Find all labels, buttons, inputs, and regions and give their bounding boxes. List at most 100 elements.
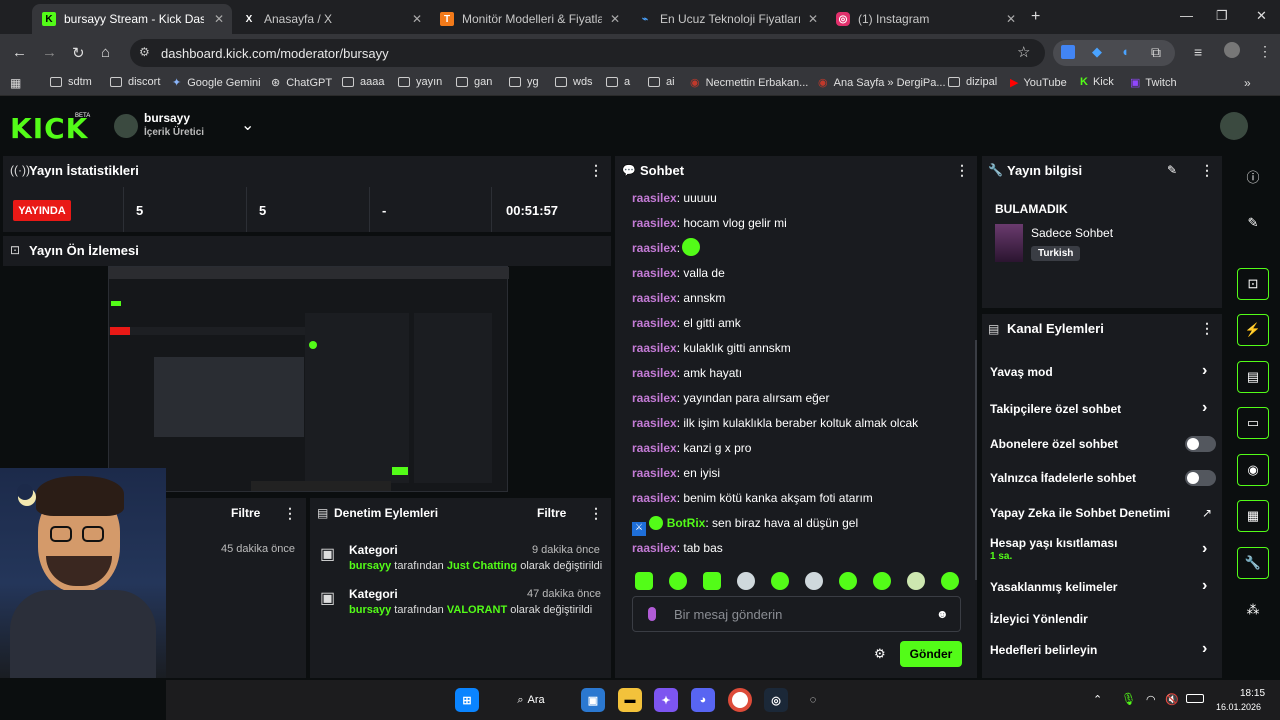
chrome-icon[interactable] xyxy=(728,688,752,712)
edit-icon[interactable]: ✎ xyxy=(1167,163,1177,177)
chat-settings-icon[interactable]: ⚙ xyxy=(874,646,886,662)
info-icon[interactable]: ⓘ xyxy=(1237,160,1269,192)
forward-icon[interactable]: → xyxy=(42,44,57,61)
followers-only-action[interactable]: Takipçilere özel sohbet xyxy=(990,402,1121,416)
bookmark-folder[interactable]: discort xyxy=(110,76,160,88)
left-panel-menu-icon[interactable]: ⋮ xyxy=(283,505,297,522)
user-avatar[interactable] xyxy=(1220,112,1248,140)
clock-date[interactable]: 16.01.2026 xyxy=(1216,702,1261,712)
chevron-right-icon[interactable]: › xyxy=(1202,540,1207,558)
tab-trendyol[interactable]: T Monitör Modelleri & Fiyatları | Uygun … xyxy=(430,4,628,34)
screenshot-icon[interactable]: ⊡ xyxy=(1237,268,1269,300)
emote-icon[interactable] xyxy=(839,572,857,590)
chevron-right-icon[interactable]: › xyxy=(1202,640,1207,658)
emote-icon[interactable] xyxy=(907,572,925,590)
close-tab-icon[interactable]: ✕ xyxy=(412,12,422,26)
bookmark-link[interactable]: K Kick xyxy=(1080,76,1114,88)
chat-menu-icon[interactable]: ⋮ xyxy=(955,162,969,179)
pen-icon[interactable]: ✎ xyxy=(1237,207,1269,239)
preview-video[interactable] xyxy=(108,266,509,492)
emote-icon[interactable] xyxy=(805,572,823,590)
stats-menu-icon[interactable]: ⋮ xyxy=(589,162,603,179)
copilot-icon[interactable]: ✦ xyxy=(654,688,678,712)
close-tab-icon[interactable]: ✕ xyxy=(610,12,620,26)
clock-time[interactable]: 18:15 xyxy=(1240,688,1265,699)
bookmark-folder[interactable]: gan xyxy=(456,76,492,88)
bookmark-folder[interactable]: yayın xyxy=(398,76,442,88)
windows-start-icon[interactable]: ⊞ xyxy=(455,688,479,712)
home-icon[interactable]: ⌂ xyxy=(101,44,110,61)
reload-icon[interactable]: ↻ xyxy=(72,44,85,62)
emote-icon[interactable] xyxy=(771,572,789,590)
account-age-action[interactable]: Hesap yaşı kısıtlaması xyxy=(990,536,1117,550)
steam-icon[interactable]: ◎ xyxy=(764,688,788,712)
extension-icon[interactable]: ◆ xyxy=(1092,44,1102,60)
emote-only-toggle[interactable] xyxy=(1185,470,1216,486)
more-bookmarks-icon[interactable]: » xyxy=(1244,76,1251,90)
emote-icon[interactable] xyxy=(737,572,755,590)
apps-icon[interactable]: ⁂ xyxy=(1237,594,1269,626)
audio-extension-icon[interactable]: ◖ xyxy=(1121,44,1129,59)
profile-avatar[interactable] xyxy=(1224,42,1240,58)
external-link-icon[interactable]: ↗ xyxy=(1202,506,1212,520)
chevron-right-icon[interactable]: › xyxy=(1202,362,1207,380)
audit-menu-icon[interactable]: ⋮ xyxy=(589,505,603,522)
url-text[interactable]: dashboard.kick.com/moderator/bursayy xyxy=(161,46,389,61)
actions-menu-icon[interactable]: ⋮ xyxy=(1200,320,1214,337)
close-window-icon[interactable]: ✕ xyxy=(1256,8,1267,24)
emote-icon[interactable] xyxy=(703,572,721,590)
channel-switch-chevron-icon[interactable]: ⌄ xyxy=(241,115,254,135)
maximize-icon[interactable]: ❐ xyxy=(1216,8,1228,24)
puzzle-icon[interactable]: ⧉ xyxy=(1151,44,1161,61)
media-control-icon[interactable]: ≡ xyxy=(1194,44,1202,60)
tab-akakce[interactable]: ⌁ En Ucuz Teknoloji Fiyatlarını ara ✕ xyxy=(628,4,826,34)
bookmark-link[interactable]: ▶ YouTube xyxy=(1010,76,1067,90)
volume-icon[interactable]: 🔇 xyxy=(1165,693,1179,706)
tab-instagram[interactable]: ◎ (1) Instagram ✕ xyxy=(826,4,1024,34)
tray-chevron-icon[interactable]: ⌃ xyxy=(1093,693,1102,706)
emote-icon[interactable] xyxy=(635,572,653,590)
bookmark-folder[interactable]: yg xyxy=(509,76,539,88)
emote-icon[interactable] xyxy=(941,572,959,590)
bookmark-folder[interactable]: aaaa xyxy=(342,76,384,88)
filter-button[interactable]: Filtre xyxy=(231,506,260,520)
mic-icon[interactable] xyxy=(648,607,656,621)
info-menu-icon[interactable]: ⋮ xyxy=(1200,162,1214,179)
bolt-icon[interactable]: ⚡ xyxy=(1237,314,1269,346)
chevron-right-icon[interactable]: › xyxy=(1202,577,1207,595)
bookmark-link[interactable]: ◉ Ana Sayfa » DergiPa... xyxy=(818,76,946,90)
translate-icon[interactable] xyxy=(1061,45,1075,59)
chat-scrollbar[interactable] xyxy=(975,340,977,580)
site-info-icon[interactable]: ⚙ xyxy=(139,45,150,59)
layout-icon[interactable]: ▦ xyxy=(1237,500,1269,532)
tab-kick-dashboard[interactable]: K bursayy Stream - Kick Dashboard ✕ xyxy=(32,4,232,34)
battery-icon[interactable] xyxy=(1186,694,1204,703)
broadcast-icon[interactable]: ◉ xyxy=(1237,454,1269,486)
bookmark-link[interactable]: ▣ Twitch xyxy=(1130,76,1177,90)
banned-words-action[interactable]: Yasaklanmış kelimeler xyxy=(990,580,1117,594)
app-icon[interactable]: ◌ xyxy=(801,688,825,712)
store-icon[interactable]: ▣ xyxy=(581,688,605,712)
bookmark-folder[interactable]: dizipal xyxy=(948,76,997,88)
close-tab-icon[interactable]: ✕ xyxy=(1006,12,1016,26)
mic-tray-icon[interactable]: 🎙 xyxy=(1121,692,1136,706)
chevron-right-icon[interactable]: › xyxy=(1202,399,1207,417)
bookmark-folder[interactable]: wds xyxy=(555,76,593,88)
bookmark-star-icon[interactable]: ☆ xyxy=(1017,43,1030,61)
chat-icon[interactable]: ▭ xyxy=(1237,407,1269,439)
bookmark-link[interactable]: ⊛ ChatGPT xyxy=(271,76,332,90)
subscribers-only-toggle[interactable] xyxy=(1185,436,1216,452)
minimize-icon[interactable]: — xyxy=(1180,8,1193,23)
file-explorer-icon[interactable]: ▬ xyxy=(618,688,642,712)
close-tab-icon[interactable]: ✕ xyxy=(214,12,224,26)
bookmark-link[interactable]: ✦ Google Gemini xyxy=(172,76,261,90)
tab-x[interactable]: X Anasayfa / X ✕ xyxy=(232,4,430,34)
apps-grid-icon[interactable]: ▦ xyxy=(10,76,21,90)
bookmark-folder[interactable]: a xyxy=(606,76,630,88)
send-button[interactable]: Gönder xyxy=(900,641,962,667)
slow-mode-action[interactable]: Yavaş mod xyxy=(990,365,1053,379)
emoji-picker-icon[interactable]: ☻ xyxy=(936,607,949,621)
emote-icon[interactable] xyxy=(669,572,687,590)
bookmark-folder[interactable]: ai xyxy=(648,76,675,88)
discord-icon[interactable]: ◕ xyxy=(691,688,715,712)
